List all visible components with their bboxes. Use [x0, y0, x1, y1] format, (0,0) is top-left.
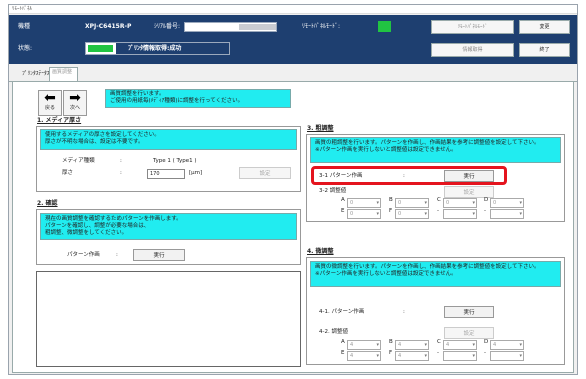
- header-bar: 機種 XPJ-C6415R-P ｼﾘｱﾙ番号: ﾘﾓｰﾄﾊﾟﾈﾙﾓｰﾄﾞ: ﾘﾓ…: [9, 15, 577, 64]
- tab-image-adjust[interactable]: 画質調整: [49, 67, 79, 81]
- section1-title: 1. メディア厚さ: [37, 117, 82, 124]
- chevron-down-icon: ▾: [424, 211, 427, 217]
- fine-value-label: 4-2. 調整値: [319, 329, 348, 335]
- serial-redacted: [239, 24, 276, 30]
- fine-select-c[interactable]: 4 ▾: [443, 340, 477, 350]
- coarse-select-c[interactable]: 0 ▾: [443, 198, 477, 208]
- fine-select-b[interactable]: 4 ▾: [395, 340, 429, 350]
- chevron-down-icon: ▾: [519, 353, 522, 359]
- fine-select-g[interactable]: ▾: [443, 351, 477, 361]
- coarse-select-e[interactable]: 0 ▾: [347, 209, 381, 219]
- coarse-select-g[interactable]: ▾: [443, 209, 477, 219]
- chevron-down-icon: ▾: [472, 342, 475, 348]
- remote-panel-window: ﾘﾓｰﾄﾊﾟﾈﾙ 機種 XPJ-C6415R-P ｼﾘｱﾙ番号: ﾘﾓｰﾄﾊﾟﾈ…: [8, 4, 578, 375]
- fine-select-e[interactable]: 4 ▾: [347, 351, 381, 361]
- change-button[interactable]: 変更: [519, 20, 570, 34]
- highlight-frame: [311, 166, 507, 185]
- next-button[interactable]: ➡ 次へ: [63, 90, 87, 116]
- chevron-down-icon: ▾: [424, 353, 427, 359]
- status-value: ﾌﾟﾘﾝﾀ情報取得:成功: [128, 45, 182, 52]
- chevron-down-icon: ▾: [472, 200, 475, 206]
- remote-mode-indicator: [378, 21, 391, 32]
- arrow-right-icon: ➡: [69, 90, 81, 106]
- serial-label: ｼﾘｱﾙ番号:: [154, 23, 181, 30]
- chevron-down-icon: ▾: [376, 200, 379, 206]
- thickness-set-button[interactable]: 設定: [239, 167, 291, 179]
- remote-mode-label: ﾘﾓｰﾄﾊﾟﾈﾙﾓｰﾄﾞ:: [302, 23, 341, 30]
- coarse-select-a[interactable]: 0 ▾: [347, 198, 381, 208]
- media-type-label: メディア種類: [62, 158, 95, 164]
- coarse-value-label: 3-2 調整値: [319, 188, 347, 194]
- fine-select-h[interactable]: ▾: [490, 351, 524, 361]
- section2-box: 現在の画質調整を確認するためパターンを作画します。 パターンを確認し、調整が必要…: [36, 209, 301, 265]
- section4-title: 4. 微調整: [307, 248, 334, 255]
- chevron-down-icon: ▾: [376, 353, 379, 359]
- remote-mode-button[interactable]: ﾘﾓｰﾄﾊﾟﾈﾙﾓｰﾄﾞ: [431, 20, 514, 34]
- section1-box: 使用するメディアの厚さを設定してください。 厚さが不明な場合は、設定は不要です。…: [36, 126, 301, 192]
- next-label: 次へ: [69, 105, 80, 111]
- fine-select-f[interactable]: 4 ▾: [395, 351, 429, 361]
- section2-message: 現在の画質調整を確認するためパターンを作画します。 パターンを確認し、調整が必要…: [40, 213, 297, 240]
- back-button[interactable]: ⬅ 戻る: [38, 90, 62, 116]
- section3-title: 3. 粗調整: [307, 125, 334, 132]
- coarse-select-h[interactable]: ▾: [490, 209, 524, 219]
- image-adjust-panel: ⬅ 戻る ➡ 次へ 画質調整を行います。 ご使用の用紙毎(ﾒﾃﾞｨｱ種類)に調整…: [12, 81, 574, 373]
- status-label: 状態:: [18, 45, 33, 52]
- chevron-down-icon: ▾: [472, 353, 475, 359]
- model-value: XPJ-C6415R-P: [85, 23, 132, 30]
- fine-pattern-label: 4-1. パターン作画: [319, 309, 365, 315]
- chevron-down-icon: ▾: [424, 342, 427, 348]
- fine-pattern-exec-button[interactable]: 実行: [444, 306, 494, 318]
- section1-message: 使用するメディアの厚さを設定してください。 厚さが不明な場合は、設定は不要です。: [40, 129, 297, 150]
- fine-select-a[interactable]: 4 ▾: [347, 340, 381, 350]
- section4-message: 画質の微調整を行います。パターンを作画し、作画結果を参考に調整値を設定して下さい…: [310, 261, 561, 287]
- check-pattern-label: パターン作画: [67, 252, 100, 258]
- intro-message: 画質調整を行います。 ご使用の用紙毎(ﾒﾃﾞｨｱ種類)に調整を行ってください。: [105, 89, 291, 108]
- check-pattern-exec-button[interactable]: 実行: [133, 249, 185, 261]
- chevron-down-icon: ▾: [376, 342, 379, 348]
- coarse-select-d[interactable]: 0 ▾: [490, 198, 524, 208]
- thickness-label: 厚さ: [62, 170, 74, 176]
- tab-bar: ﾌﾟﾘﾝﾀｽﾃｰﾀｽ 画質調整: [9, 64, 577, 82]
- chevron-down-icon: ▾: [376, 211, 379, 217]
- window-title: ﾘﾓｰﾄﾊﾟﾈﾙ: [9, 5, 577, 14]
- coarse-select-f[interactable]: 0 ▾: [395, 209, 429, 219]
- chevron-down-icon: ▾: [519, 342, 522, 348]
- section3-message: 画質の粗調整を行います。パターンを作画し、作画結果を参考に調整値を設定して下さい…: [310, 137, 561, 163]
- model-label: 機種: [18, 23, 31, 30]
- media-type-value: Type 1 ( Type1 ): [153, 158, 197, 164]
- thickness-input[interactable]: 170: [147, 169, 185, 179]
- fine-select-d[interactable]: 4 ▾: [490, 340, 524, 350]
- coarse-select-b[interactable]: 0 ▾: [395, 198, 429, 208]
- back-label: 戻る: [44, 105, 55, 111]
- arrow-left-icon: ⬅: [44, 90, 56, 106]
- status-box: ﾌﾟﾘﾝﾀ情報取得:成功: [85, 42, 230, 55]
- section4-box: 画質の微調整を行います。パターンを作画し、作画結果を参考に調整値を設定して下さい…: [306, 257, 565, 365]
- chevron-down-icon: ▾: [472, 211, 475, 217]
- exit-button[interactable]: 終了: [519, 43, 570, 57]
- thickness-unit: [μm]: [189, 170, 203, 176]
- chevron-down-icon: ▾: [424, 200, 427, 206]
- section2-title: 2. 確認: [37, 200, 58, 207]
- chevron-down-icon: ▾: [519, 200, 522, 206]
- chevron-down-icon: ▾: [519, 211, 522, 217]
- log-box: [36, 271, 301, 367]
- serial-value-box: [184, 22, 277, 32]
- status-indicator: [88, 45, 113, 52]
- info-button[interactable]: 情報取得: [431, 43, 514, 57]
